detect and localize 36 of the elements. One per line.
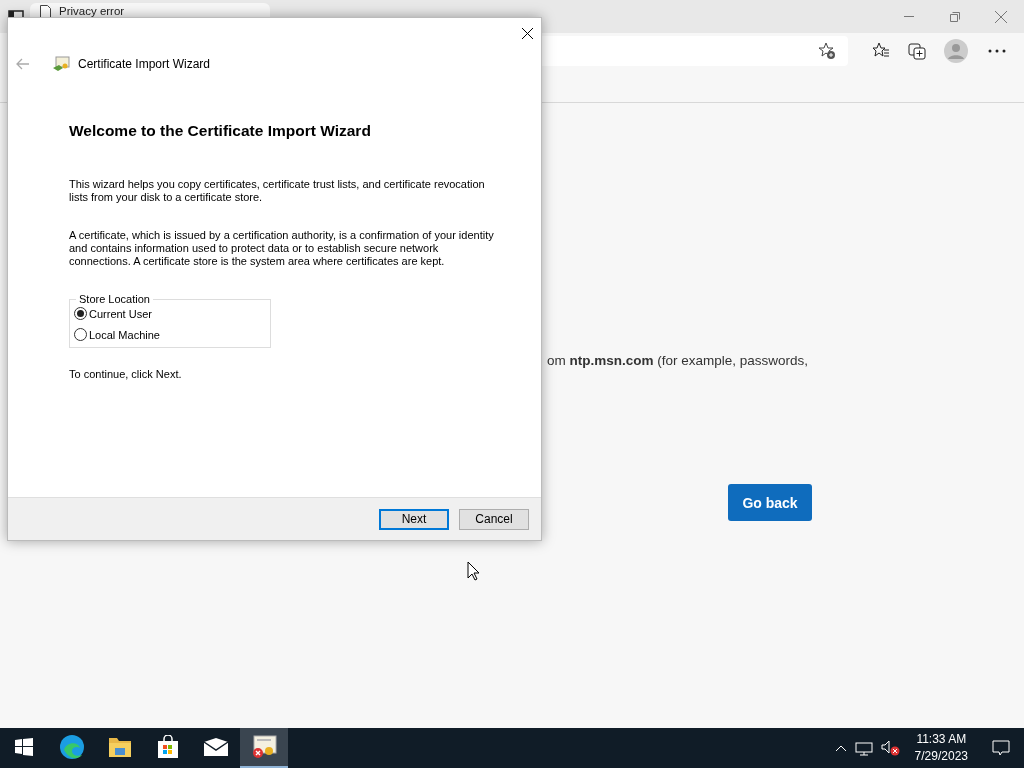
description-text: This wizard helps you copy certificates, certificate trust lists, and certificate revocation lists from your disk to a certificate store. [69, 178, 486, 204]
go-back-button[interactable]: Go back [728, 484, 812, 521]
network-icon[interactable] [854, 740, 873, 756]
chevron-up-icon[interactable] [834, 744, 847, 752]
description-text: A certificate, which is issued by a certification authority, is a confirmation of your identity and contains information used to protect data or to establish secure network connections. A certificate store is the system area where certificates are kept. [69, 229, 495, 268]
wizard-heading: Welcome to the Certificate Import Wizard [69, 122, 372, 140]
close-icon[interactable] [522, 27, 533, 39]
favorites-icon[interactable] [872, 42, 890, 60]
certificate-icon [251, 735, 277, 759]
edge-logo-icon [59, 734, 85, 760]
certificate-icon [52, 56, 70, 72]
dialog-title: Certificate Import Wizard [78, 57, 211, 71]
shopping-bag-icon [157, 735, 179, 759]
mouse-pointer-icon [467, 561, 480, 581]
profile-avatar-icon[interactable] [944, 39, 968, 63]
dialog-button[interactable]: Next [379, 508, 449, 530]
instruction-text: To continue, click Next. [69, 368, 183, 381]
date-text: 7/29/2023 [914, 748, 968, 765]
notifications-icon[interactable] [992, 740, 1010, 756]
speaker-muted-icon[interactable] [880, 740, 901, 756]
folder-icon [108, 736, 132, 758]
radio-option[interactable]: Local Machine [74, 328, 260, 341]
more-icon[interactable] [986, 48, 1008, 54]
group-label: Store Location [78, 293, 151, 305]
time-text: 11:33 AM [916, 731, 967, 748]
clock[interactable]: 11:33 AM 7/29/2023 [908, 731, 974, 765]
taskbar-app-button[interactable] [240, 728, 288, 768]
dialog-button[interactable]: Cancel [459, 508, 529, 530]
restore-icon[interactable] [950, 11, 960, 22]
radio-option[interactable]: Current User [74, 307, 260, 320]
envelope-icon [203, 738, 229, 756]
warning-text: om ntp.msn.com (for example, passwords, [547, 353, 809, 368]
tab-title: Privacy error [59, 5, 126, 17]
collections-icon[interactable] [908, 42, 926, 60]
windows-logo-icon[interactable] [15, 738, 33, 756]
add-favorite-icon[interactable] [818, 42, 836, 60]
